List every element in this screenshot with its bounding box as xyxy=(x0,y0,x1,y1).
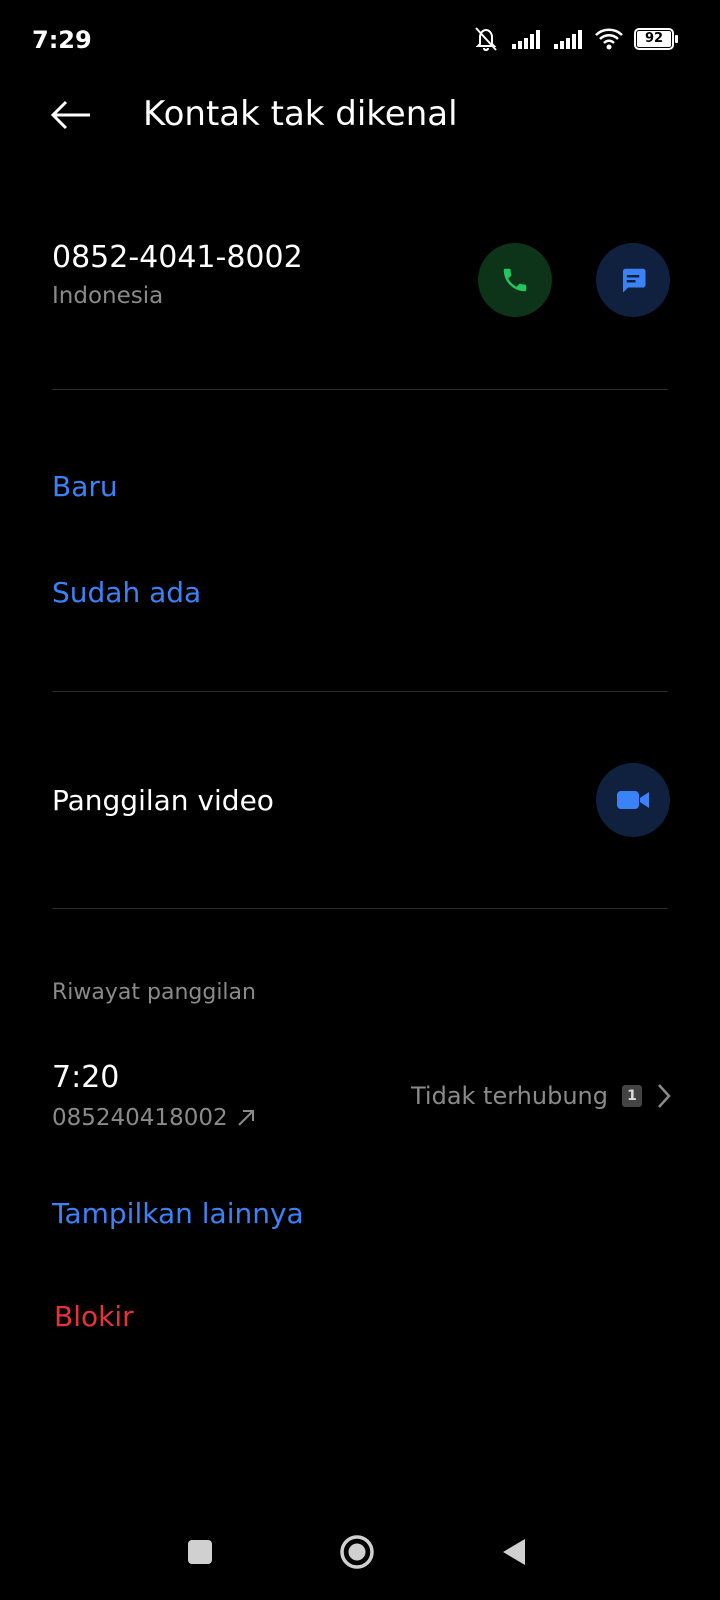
divider xyxy=(52,908,668,909)
show-more-button[interactable]: Tampilkan lainnya xyxy=(52,1197,304,1230)
square-icon xyxy=(188,1540,212,1564)
status-bar: 7:29 92 xyxy=(0,0,720,80)
video-call-label: Panggilan video xyxy=(52,784,274,817)
triangle-back-icon xyxy=(503,1539,525,1565)
video-camera-icon xyxy=(617,791,649,809)
phone-icon xyxy=(503,268,527,292)
call-status: Tidak terhubung xyxy=(411,1082,608,1110)
battery-icon: 92 xyxy=(634,28,678,50)
header: Kontak tak dikenal xyxy=(0,80,720,150)
status-icons: 92 xyxy=(472,26,678,52)
wifi-icon xyxy=(594,28,624,50)
divider xyxy=(52,691,668,692)
status-time: 7:29 xyxy=(32,26,92,54)
country-label: Indonesia xyxy=(52,283,164,309)
divider xyxy=(52,389,668,390)
signal-icon-1 xyxy=(510,28,542,50)
phone-number: 0852-4041-8002 xyxy=(52,240,303,275)
navigation-bar xyxy=(0,1510,720,1600)
arrow-left-icon xyxy=(50,100,90,130)
call-button[interactable] xyxy=(478,243,552,317)
chevron-right-icon xyxy=(658,1084,671,1108)
video-call-button[interactable] xyxy=(596,763,670,837)
call-history-header: Riwayat panggilan xyxy=(52,980,256,1005)
add-to-existing-contact-button[interactable]: Sudah ada xyxy=(52,576,201,609)
call-number: 085240418002 xyxy=(52,1105,228,1131)
silent-bell-icon xyxy=(472,26,500,52)
block-button[interactable]: Blokir xyxy=(54,1300,134,1333)
message-icon xyxy=(623,268,646,293)
contact-info: 0852-4041-8002 Indonesia xyxy=(52,240,303,309)
outgoing-call-icon xyxy=(237,1110,254,1126)
home-button[interactable] xyxy=(327,1522,387,1582)
call-history-row[interactable]: 7:20 085240418002 Tidak terhubung 1 xyxy=(52,1060,672,1140)
page-title: Kontak tak dikenal xyxy=(143,94,458,134)
home-circle-icon xyxy=(340,1535,374,1569)
signal-icon-2 xyxy=(552,28,584,50)
nav-back-button[interactable] xyxy=(484,1522,544,1582)
message-button[interactable] xyxy=(596,243,670,317)
back-button[interactable] xyxy=(46,90,96,140)
battery-level: 92 xyxy=(637,31,671,47)
recent-apps-button[interactable] xyxy=(170,1522,230,1582)
call-count-badge: 1 xyxy=(622,1085,642,1107)
add-new-contact-button[interactable]: Baru xyxy=(52,470,118,503)
